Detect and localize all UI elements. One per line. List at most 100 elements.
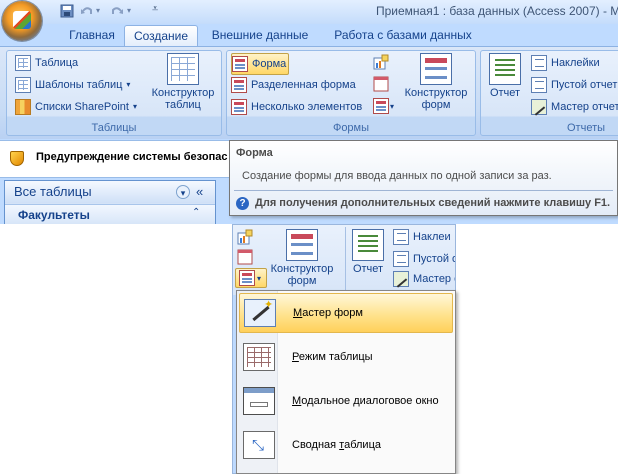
more-forms-menu: Мастер форм Режим таблицы Модальное диал… xyxy=(236,290,456,474)
multiple-items-button[interactable]: Несколько элементов xyxy=(231,97,362,117)
labels-button[interactable]: Наклейки xyxy=(531,53,600,73)
redo-icon[interactable] xyxy=(110,4,124,18)
report-wizard-button[interactable]: Мастер отчет xyxy=(531,97,618,117)
security-warning-text: Предупреждение системы безопас xyxy=(36,151,228,163)
pivot-chart-icon[interactable] xyxy=(237,229,253,248)
table-templates-button[interactable]: Шаблоны таблиц ▾ xyxy=(15,75,130,95)
group-divider xyxy=(345,227,346,291)
save-icon[interactable] xyxy=(60,4,74,18)
table-designer-label-2: таблиц xyxy=(165,99,201,111)
undo-icon[interactable] xyxy=(80,4,94,18)
menu-item-modal-dialog[interactable]: Модальное диалоговое окно xyxy=(239,381,453,421)
form-designer-label-2: форм xyxy=(287,275,317,287)
redo-dropdown-icon[interactable]: ▾ xyxy=(127,6,131,15)
report-wizard-icon xyxy=(393,271,409,287)
sharepoint-lists-button[interactable]: Списки SharePoint ▾ xyxy=(15,97,137,117)
tab-home[interactable]: Главная xyxy=(64,25,120,45)
tooltip-divider xyxy=(234,190,613,191)
group-forms: Форма Разделенная форма Несколько элемен… xyxy=(226,50,476,136)
tab-create[interactable]: Создание xyxy=(124,25,198,46)
office-button[interactable] xyxy=(2,1,42,41)
form-button[interactable]: Форма xyxy=(231,53,290,75)
collapse-group-icon[interactable]: ⌃ xyxy=(192,207,200,218)
report-wizard-button[interactable]: Мастер о xyxy=(393,269,455,289)
blank-report-button[interactable]: Пустой отчет xyxy=(531,75,617,95)
form-designer-button[interactable]: Конструктор форм xyxy=(265,229,339,287)
datasheet-icon xyxy=(243,343,275,371)
nav-menu-chevron-icon[interactable]: ▾ xyxy=(176,185,190,199)
form-designer-icon xyxy=(286,229,318,261)
chevron-down-icon: ▾ xyxy=(390,101,395,111)
modal-dialog-icon xyxy=(243,387,275,415)
menu-item-label: Модальное диалоговое окно xyxy=(292,395,439,407)
blank-report-label: Пустой о xyxy=(413,253,456,265)
navigation-pane-title[interactable]: Все таблицы xyxy=(14,184,92,199)
chevron-down-icon: ▾ xyxy=(257,273,262,283)
menu-item-label: Сводная таблица xyxy=(292,439,381,451)
multiple-items-icon xyxy=(231,99,247,115)
form-icon xyxy=(232,56,248,72)
table-designer-icon xyxy=(167,53,199,85)
blank-form-icon[interactable] xyxy=(373,76,389,95)
tab-external-data[interactable]: Внешние данные xyxy=(208,25,312,45)
labels-icon xyxy=(531,55,547,71)
form-designer-label-1: Конструктор xyxy=(404,87,468,99)
labels-label: Наклеи xyxy=(413,231,451,243)
tooltip-title: Форма xyxy=(236,147,273,159)
tooltip-help-text: Для получения дополнительных сведений на… xyxy=(255,197,611,209)
form-designer-icon xyxy=(420,53,452,85)
chevron-down-icon: ▾ xyxy=(126,80,131,89)
ribbon-screenshot: ▾ ▾ ⩡ Приемная1 : база данных (Access 20… xyxy=(0,0,618,224)
nav-group-label[interactable]: Факультеты xyxy=(18,208,90,222)
more-forms-button[interactable]: ▾ xyxy=(373,98,394,114)
report-button[interactable]: Отчет xyxy=(485,53,525,99)
collapse-pane-icon[interactable]: « xyxy=(196,184,203,199)
split-form-button[interactable]: Разделенная форма xyxy=(231,75,356,95)
report-label: Отчет xyxy=(352,263,384,275)
group-reports-label: Отчеты xyxy=(567,122,606,134)
blank-form-icon[interactable] xyxy=(237,249,253,268)
menu-item-datasheet[interactable]: Режим таблицы xyxy=(239,337,453,377)
labels-button[interactable]: Наклеи xyxy=(393,227,451,247)
more-forms-icon xyxy=(239,270,255,286)
labels-label: Наклейки xyxy=(551,57,600,69)
report-button[interactable]: Отчет xyxy=(349,229,387,275)
report-icon xyxy=(489,53,521,85)
form-designer-button[interactable]: Конструктор форм xyxy=(399,53,473,111)
office-logo-icon xyxy=(13,11,31,29)
group-reports: Отчет Наклейки Пустой отчет Мастер отчет… xyxy=(480,50,618,136)
table-templates-label: Шаблоны таблиц xyxy=(35,79,123,91)
chevron-down-icon: ▾ xyxy=(132,102,137,111)
blank-report-icon xyxy=(531,77,547,93)
menu-item-label: Режим таблицы xyxy=(292,351,373,363)
customize-qat-icon[interactable]: ⩡ xyxy=(152,3,158,16)
tooltip-description: Создание формы для ввода данных по одной… xyxy=(242,170,552,182)
table-button[interactable]: Таблица xyxy=(15,53,78,73)
table-designer-label-1: Конструктор xyxy=(151,87,215,99)
menu-item-label: Мастер форм xyxy=(293,307,363,319)
form-designer-label-1: Конструктор xyxy=(270,263,334,275)
tab-database-tools[interactable]: Работа с базами данных xyxy=(328,25,478,45)
blank-report-label: Пустой отчет xyxy=(551,79,618,91)
table-designer-button[interactable]: Конструктор таблиц xyxy=(147,53,219,111)
more-forms-button[interactable]: ▾ xyxy=(235,268,267,288)
blank-report-button[interactable]: Пустой о xyxy=(393,249,456,269)
report-wizard-label: Мастер отчет xyxy=(551,101,618,113)
report-wizard-icon xyxy=(531,99,547,115)
form-wizard-icon xyxy=(244,298,276,327)
form-designer-label-2: форм xyxy=(421,99,451,111)
table-button-label: Таблица xyxy=(35,57,79,69)
menu-item-pivot-table[interactable]: Сводная таблица xyxy=(239,425,453,465)
menu-item-form-wizard[interactable]: Мастер форм xyxy=(239,293,453,333)
split-form-label: Разделенная форма xyxy=(251,79,356,91)
pivot-chart-icon[interactable] xyxy=(373,54,389,73)
shield-icon xyxy=(10,151,24,166)
sharepoint-icon xyxy=(15,99,31,115)
report-icon xyxy=(352,229,384,261)
multiple-items-label: Несколько элементов xyxy=(251,101,363,113)
undo-dropdown-icon[interactable]: ▾ xyxy=(96,6,100,15)
form-button-label: Форма xyxy=(252,58,287,70)
table-templates-icon xyxy=(15,77,31,93)
table-icon xyxy=(15,55,31,71)
report-label: Отчет xyxy=(489,87,521,99)
